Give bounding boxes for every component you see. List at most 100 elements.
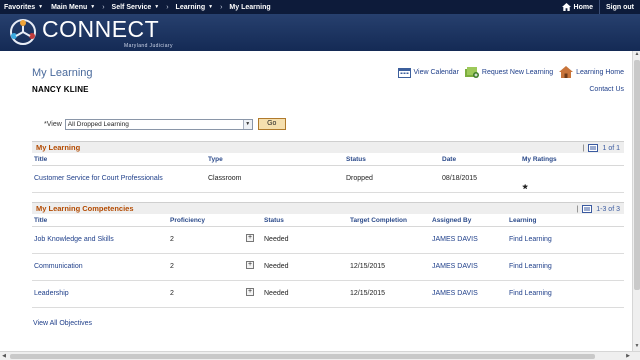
view-calendar-label: View Calendar — [413, 68, 459, 76]
view-select-value: All Dropped Learning — [67, 120, 129, 128]
page-title: My Learning — [32, 67, 93, 79]
view-selector-row: *View All Dropped Learning ▼ Go — [44, 118, 286, 130]
expand-icon[interactable]: + — [246, 261, 254, 269]
top-nav-bar: Favorites ▼ Main Menu ▼ › Self Service ▼ › … — [0, 0, 640, 14]
table-row: Communication 2 + Needed 12/15/2015 JAME… — [32, 254, 624, 281]
my-learning-header: My Learning | 1 of 1 — [32, 141, 624, 153]
competency-title-link[interactable]: Job Knowledge and Skills — [34, 236, 114, 243]
view-label-text: View — [46, 120, 62, 128]
grid-view-icon[interactable] — [582, 205, 593, 213]
connect-logo-icon — [10, 19, 36, 45]
nav-self-service[interactable]: Self Service ▼ — [108, 0, 164, 14]
find-learning-link[interactable]: Find Learning — [509, 263, 552, 270]
sign-out-link[interactable]: Sign out — [599, 0, 640, 14]
chevron-down-icon: ▼ — [90, 4, 96, 10]
nav-my-learning[interactable]: My Learning — [225, 0, 274, 14]
column-header-target-completion[interactable]: Target Completion — [350, 217, 407, 224]
column-header-my-ratings[interactable]: My Ratings — [522, 156, 557, 163]
learning-status: Dropped — [346, 175, 373, 182]
learning-date: 08/18/2015 — [442, 175, 478, 182]
column-header-proficiency[interactable]: Proficiency — [170, 217, 205, 224]
scroll-thumb[interactable] — [634, 60, 640, 290]
learning-home-link[interactable]: Learning Home — [559, 66, 624, 78]
column-header-status[interactable]: Status — [264, 217, 284, 224]
scroll-right-icon[interactable]: ▶ — [624, 352, 632, 360]
nav-favorites[interactable]: Favorites ▼ — [0, 0, 47, 14]
pager-text: 1-3 of 3 — [596, 205, 620, 213]
column-header-learning[interactable]: Learning — [509, 217, 536, 224]
expand-icon[interactable]: + — [246, 288, 254, 296]
competency-status: Needed — [264, 236, 289, 243]
view-calendar-link[interactable]: View Calendar — [397, 67, 459, 78]
find-learning-link[interactable]: Find Learning — [509, 290, 552, 297]
column-header-assigned-by[interactable]: Assigned By — [432, 217, 471, 224]
column-header-date[interactable]: Date — [442, 156, 456, 163]
scroll-down-icon[interactable]: ▼ — [633, 343, 640, 351]
expand-icon[interactable]: + — [246, 234, 254, 242]
star-icon: ★ — [522, 184, 529, 191]
sign-out-label: Sign out — [606, 3, 634, 11]
table-row: Leadership 2 + Needed 12/15/2015 JAMES D… — [32, 281, 624, 308]
competency-status: Needed — [264, 290, 289, 297]
request-learning-icon — [464, 67, 479, 78]
separator: | — [576, 205, 579, 213]
competency-target: 12/15/2015 — [350, 263, 386, 270]
scroll-up-icon[interactable]: ▲ — [633, 51, 640, 59]
competency-title-link[interactable]: Communication — [34, 263, 83, 270]
horizontal-scrollbar[interactable]: ◀ ▶ — [0, 351, 640, 360]
breadcrumb-separator-icon: › — [102, 3, 105, 11]
logo-subtitle: Maryland Judiciary — [124, 43, 173, 49]
competency-proficiency: 2 — [170, 263, 174, 270]
logo-wordmark: CONNECT — [42, 16, 160, 42]
column-header-row: Title Proficiency Status Target Completi… — [32, 214, 624, 227]
home-link-label: Home — [573, 3, 593, 11]
learning-home-icon — [559, 66, 574, 78]
scroll-thumb[interactable] — [10, 354, 595, 359]
calendar-icon — [397, 67, 411, 78]
competency-proficiency: 2 — [170, 290, 174, 297]
my-learning-grid: My Learning | 1 of 1 Title Type Status D… — [32, 141, 624, 193]
competency-title-link[interactable]: Leadership — [34, 290, 69, 297]
competency-proficiency: 2 — [170, 236, 174, 243]
breadcrumb-separator-icon: › — [220, 3, 223, 11]
chevron-down-icon: ▼ — [208, 4, 214, 10]
assigned-by-link[interactable]: JAMES DAVIS — [432, 290, 478, 297]
assigned-by-link[interactable]: JAMES DAVIS — [432, 236, 478, 243]
nav-self-service-label: Self Service — [111, 3, 152, 11]
user-name: NANCY KLINE — [32, 85, 89, 94]
pager-text: 1 of 1 — [602, 144, 620, 152]
chevron-down-icon: ▼ — [154, 4, 160, 10]
learning-home-label: Learning Home — [576, 68, 624, 76]
assigned-by-link[interactable]: JAMES DAVIS — [432, 263, 478, 270]
find-learning-link[interactable]: Find Learning — [509, 236, 552, 243]
column-header-row: Title Type Status Date My Ratings — [32, 153, 624, 166]
column-header-title[interactable]: Title — [34, 217, 47, 224]
chevron-down-icon: ▼ — [38, 4, 44, 10]
competency-target: 12/15/2015 — [350, 290, 386, 297]
section-title: My Learning — [36, 143, 81, 152]
grid-view-icon[interactable] — [588, 144, 599, 152]
table-row: Customer Service for Court Professionals… — [32, 166, 624, 193]
view-all-objectives-link[interactable]: View All Objectives — [33, 320, 92, 327]
competencies-header: My Learning Competencies | 1-3 of 3 — [32, 202, 624, 214]
learning-title-link[interactable]: Customer Service for Court Professionals — [34, 175, 163, 182]
nav-learning[interactable]: Learning ▼ — [172, 0, 218, 14]
competency-status: Needed — [264, 263, 289, 270]
request-new-learning-link[interactable]: Request New Learning — [464, 66, 553, 78]
column-header-type[interactable]: Type — [208, 156, 223, 163]
nav-main-menu[interactable]: Main Menu ▼ — [47, 0, 99, 14]
contact-us-link[interactable]: Contact Us — [589, 86, 624, 93]
nav-learning-label: Learning — [175, 3, 206, 11]
column-header-status[interactable]: Status — [346, 156, 366, 163]
page-actions: View Calendar Request New Learning Learn… — [397, 66, 624, 78]
column-header-title[interactable]: Title — [34, 156, 47, 163]
learning-type: Classroom — [208, 175, 242, 182]
chevron-down-icon[interactable]: ▼ — [242, 119, 252, 129]
scroll-left-icon[interactable]: ◀ — [0, 352, 8, 360]
vertical-scrollbar[interactable]: ▲ ▼ — [632, 51, 640, 351]
go-button[interactable]: Go — [257, 118, 286, 130]
view-select[interactable]: All Dropped Learning ▼ — [64, 118, 253, 130]
nav-favorites-label: Favorites — [4, 3, 36, 11]
section-title: My Learning Competencies — [36, 204, 134, 213]
home-link[interactable]: Home — [556, 0, 599, 14]
